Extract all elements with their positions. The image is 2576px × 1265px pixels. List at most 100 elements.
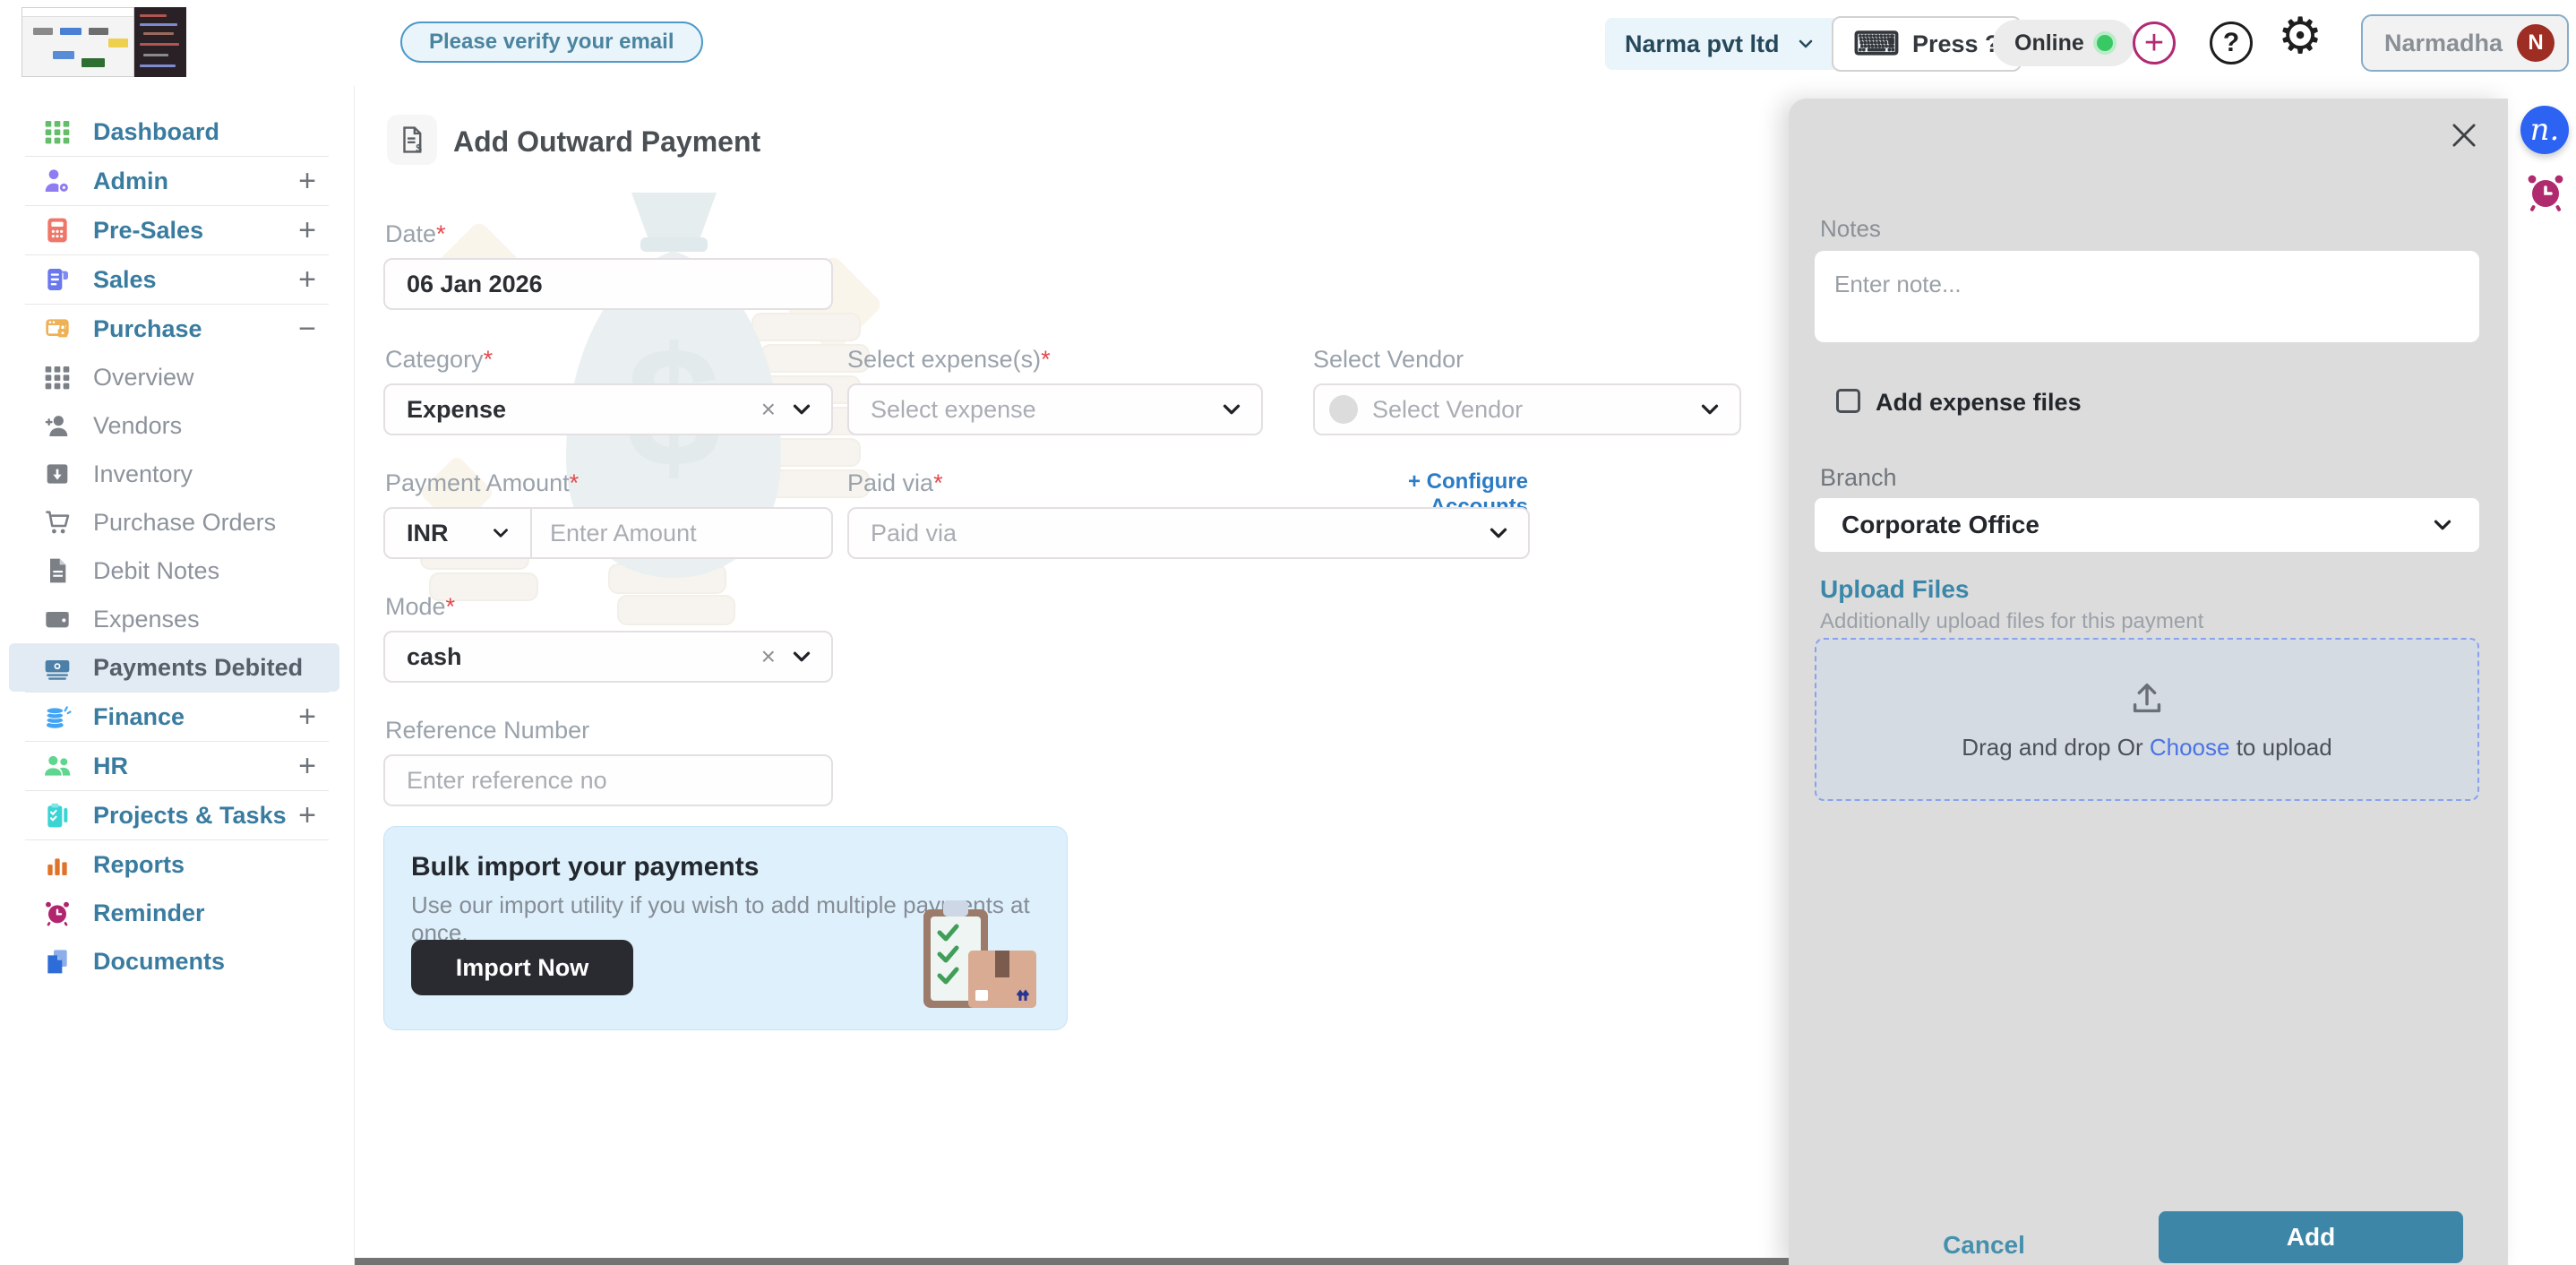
sidebar-item-label: Payments Debited — [93, 654, 303, 682]
dropzone-text: Drag and drop Or Choose to upload — [1962, 734, 2331, 762]
sidebar-item-label: Expenses — [93, 606, 200, 633]
reference-input[interactable] — [383, 754, 833, 806]
sidebar-item-projects-tasks[interactable]: Projects & Tasks + — [9, 791, 339, 839]
chevron-down-icon — [1792, 33, 1819, 55]
user-plus-icon — [43, 411, 72, 440]
mode-label: Mode* — [385, 593, 455, 621]
company-switcher[interactable]: Narma pvt ltd — [1605, 18, 1839, 70]
horizontal-scrollbar[interactable] — [355, 1258, 1789, 1265]
alarm-clock-icon — [43, 899, 72, 927]
sidebar-item-finance[interactable]: Finance + — [9, 693, 339, 741]
clear-icon[interactable]: × — [761, 395, 776, 424]
clear-icon[interactable]: × — [761, 642, 776, 671]
paidvia-placeholder: Paid via — [849, 520, 957, 547]
chevron-down-icon[interactable] — [1218, 396, 1245, 423]
sidebar-item-label: Admin — [93, 168, 168, 195]
date-input-field[interactable] — [385, 271, 831, 298]
bar-chart-icon — [43, 850, 72, 879]
sidebar-item-payments-debited[interactable]: Payments Debited — [9, 643, 339, 692]
branch-label: Branch — [1820, 464, 1897, 492]
sidebar-item-admin[interactable]: Admin + — [9, 157, 339, 205]
currency-select[interactable]: INR — [385, 509, 532, 557]
amount-label: Payment Amount* — [385, 469, 579, 497]
sidebar-item-pre-sales[interactable]: Pre-Sales + — [9, 206, 339, 254]
window-lock-icon — [43, 314, 72, 343]
help-button[interactable]: ? — [2210, 22, 2253, 65]
sidebar-item-vendors[interactable]: Vendors — [9, 401, 339, 450]
expense-placeholder: Select expense — [849, 396, 1036, 424]
notes-label: Notes — [1820, 215, 1881, 243]
sidebar-item-overview[interactable]: Overview — [9, 353, 339, 401]
vendor-avatar-placeholder — [1329, 395, 1358, 424]
add-expense-files-checkbox[interactable] — [1836, 389, 1860, 413]
app-logo-thumbnail[interactable] — [21, 7, 186, 77]
sidebar-item-dashboard[interactable]: Dashboard — [9, 108, 339, 156]
branch-select[interactable]: Corporate Office — [1815, 498, 2479, 552]
chevron-down-icon[interactable] — [2429, 512, 2456, 538]
cart-icon — [43, 508, 72, 537]
online-status-pill[interactable]: Online — [1993, 20, 2134, 66]
gear-icon: ⚙ — [2278, 7, 2323, 64]
chevron-down-icon[interactable] — [788, 643, 815, 670]
clipboard-box-illustration — [916, 899, 1042, 1015]
verify-email-badge[interactable]: Please verify your email — [400, 22, 703, 63]
cancel-button[interactable]: Cancel — [1899, 1220, 2069, 1265]
chevron-down-icon[interactable] — [1696, 396, 1723, 423]
expand-plus-icon[interactable]: + — [298, 700, 316, 735]
sidebar-item-hr[interactable]: HR + — [9, 742, 339, 790]
sidebar-item-debit-notes[interactable]: Debit Notes — [9, 546, 339, 595]
expense-select[interactable]: Select expense — [847, 383, 1263, 435]
amount-group: INR — [383, 507, 833, 559]
expand-plus-icon[interactable]: + — [298, 213, 316, 248]
documents-icon — [43, 947, 72, 976]
grid-icon — [43, 117, 72, 146]
logo-code-pane — [134, 7, 186, 77]
receipt-icon — [43, 265, 72, 294]
paidvia-select[interactable]: Paid via — [847, 507, 1530, 559]
category-select[interactable]: Expense × — [383, 383, 833, 435]
add-button[interactable]: Add — [2159, 1211, 2463, 1263]
close-icon[interactable] — [2447, 118, 2481, 152]
sidebar-item-expenses[interactable]: Expenses — [9, 595, 339, 643]
brand-n-float-button[interactable]: n. — [2520, 106, 2569, 154]
chevron-down-icon[interactable] — [788, 396, 815, 423]
sidebar-item-inventory[interactable]: Inventory — [9, 450, 339, 498]
required-asterisk: * — [570, 469, 580, 496]
file-dropzone[interactable]: Drag and drop Or Choose to upload — [1815, 638, 2479, 801]
expand-plus-icon[interactable]: + — [298, 749, 316, 784]
expand-plus-icon[interactable]: + — [298, 164, 316, 199]
sidebar-item-reports[interactable]: Reports — [9, 840, 339, 889]
upload-files-title[interactable]: Upload Files — [1820, 575, 1969, 604]
user-gear-icon — [43, 167, 72, 195]
expand-plus-icon[interactable]: + — [298, 798, 316, 833]
sidebar-item-documents[interactable]: Documents — [9, 937, 339, 985]
reminder-float-icon[interactable] — [2524, 170, 2567, 213]
banknote-icon — [43, 653, 72, 682]
settings-button[interactable]: ⚙ — [2278, 11, 2323, 61]
quick-add-button[interactable]: + — [2133, 22, 2176, 65]
sidebar-item-reminder[interactable]: Reminder — [9, 889, 339, 937]
logo-flowchart-pane — [21, 7, 134, 77]
notes-input[interactable] — [1815, 251, 2479, 342]
vendor-select[interactable]: Select Vendor — [1313, 383, 1741, 435]
reference-input-field[interactable] — [385, 767, 831, 795]
file-icon — [43, 556, 72, 585]
required-asterisk: * — [1041, 346, 1051, 373]
expand-plus-icon[interactable]: + — [298, 262, 316, 297]
date-input[interactable] — [383, 258, 833, 310]
sidebar-item-purchase-orders[interactable]: Purchase Orders — [9, 498, 339, 546]
page-title: Add Outward Payment — [453, 125, 760, 159]
sidebar-item-purchase[interactable]: Purchase − — [9, 305, 339, 353]
mode-select[interactable]: cash × — [383, 631, 833, 683]
user-menu[interactable]: Narmadha N — [2361, 14, 2569, 72]
import-now-button[interactable]: Import Now — [411, 940, 633, 995]
sidebar-item-sales[interactable]: Sales + — [9, 255, 339, 304]
collapse-minus-icon[interactable]: − — [298, 312, 316, 347]
chevron-down-icon[interactable] — [1485, 520, 1512, 546]
sidebar-item-label: Dashboard — [93, 118, 219, 146]
choose-upload-link[interactable]: Choose — [2150, 734, 2230, 761]
amount-input-field[interactable] — [532, 520, 831, 547]
chevron-down-icon[interactable] — [487, 521, 514, 545]
vendor-label: Select Vendor — [1313, 346, 1464, 374]
keyboard-icon: ⌨ — [1853, 25, 1900, 63]
